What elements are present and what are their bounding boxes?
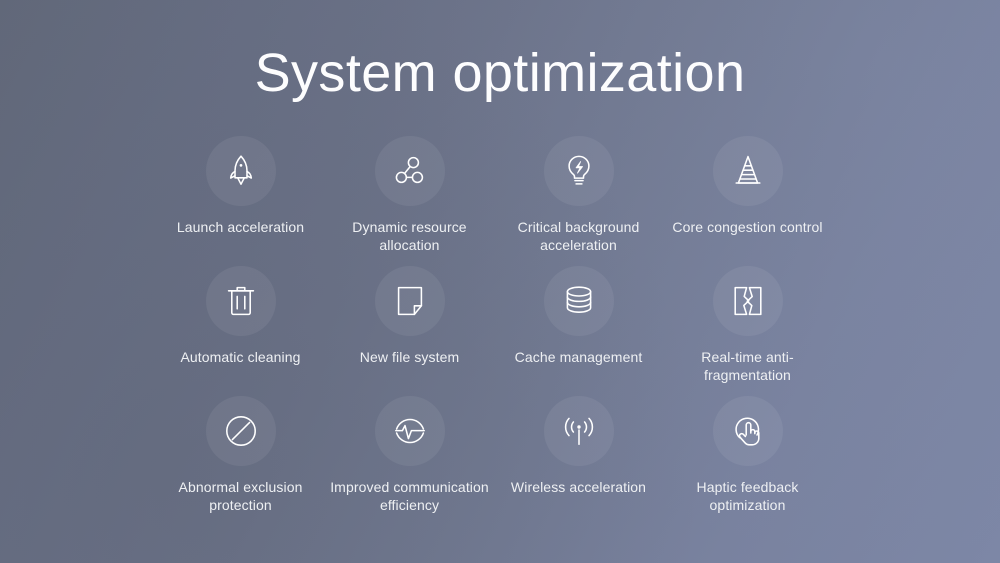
- rocket-icon: [223, 153, 259, 189]
- feature-item-dynamic-resource-allocation[interactable]: Dynamic resource allocation: [325, 136, 494, 266]
- database-stack-icon: [561, 283, 597, 319]
- feature-label: Improved communication efficiency: [330, 479, 489, 513]
- icon-disc: [712, 396, 783, 466]
- feature-label: Launch acceleration: [176, 219, 305, 235]
- feature-item-wireless-acceleration[interactable]: Wireless acceleration: [494, 396, 663, 526]
- feature-item-improved-communication-efficiency[interactable]: Improved communication efficiency: [325, 396, 494, 526]
- icon-disc: [543, 396, 614, 466]
- feature-label: Core congestion control: [672, 219, 823, 235]
- wireless-signal-icon: [561, 413, 597, 449]
- node-graph-icon: [392, 153, 428, 189]
- traffic-cone-icon: [730, 153, 766, 189]
- icon-disc: [543, 136, 614, 206]
- feature-item-new-file-system[interactable]: New file system: [325, 266, 494, 396]
- icon-disc: [374, 136, 445, 206]
- feature-item-abnormal-exclusion-protection[interactable]: Abnormal exclusion protection: [156, 396, 325, 526]
- hand-tap-icon: [730, 413, 766, 449]
- lightbulb-bolt-icon: [561, 153, 597, 189]
- icon-disc: [374, 396, 445, 466]
- feature-label: Real-time anti-fragmentation: [701, 349, 794, 383]
- feature-label: Abnormal exclusion protection: [178, 479, 303, 513]
- document-page-icon: [392, 283, 428, 319]
- prohibited-circle-icon: [223, 413, 259, 449]
- cracked-square-icon: [730, 283, 766, 319]
- icon-disc: [205, 136, 276, 206]
- icon-disc: [374, 266, 445, 336]
- trash-can-icon: [223, 283, 259, 319]
- feature-label: Automatic cleaning: [180, 349, 301, 365]
- icon-disc: [205, 396, 276, 466]
- page-title: System optimization: [254, 43, 746, 103]
- feature-item-critical-background-acceleration[interactable]: Critical background acceleration: [494, 136, 663, 266]
- feature-label: Wireless acceleration: [510, 479, 647, 495]
- feature-label: Dynamic resource allocation: [352, 219, 467, 253]
- feature-item-real-time-anti-fragmentation[interactable]: Real-time anti-fragmentation: [663, 266, 832, 396]
- icon-disc: [543, 266, 614, 336]
- feature-label: Haptic feedback optimization: [696, 479, 799, 513]
- feature-item-automatic-cleaning[interactable]: Automatic cleaning: [156, 266, 325, 396]
- icon-disc: [712, 266, 783, 336]
- slide-canvas: System optimization Launch acceleration …: [0, 0, 1000, 563]
- feature-item-haptic-feedback-optimization[interactable]: Haptic feedback optimization: [663, 396, 832, 526]
- feature-label: Cache management: [514, 349, 643, 365]
- feature-item-cache-management[interactable]: Cache management: [494, 266, 663, 396]
- slide-content: System optimization Launch acceleration …: [0, 0, 1000, 563]
- feature-grid: Launch acceleration Dynamic resource all…: [156, 136, 832, 526]
- feature-label: Critical background acceleration: [517, 219, 640, 253]
- feature-label: New file system: [359, 349, 460, 365]
- pulse-circle-icon: [392, 413, 428, 449]
- feature-item-core-congestion-control[interactable]: Core congestion control: [663, 136, 832, 266]
- feature-item-launch-acceleration[interactable]: Launch acceleration: [156, 136, 325, 266]
- icon-disc: [712, 136, 783, 206]
- icon-disc: [205, 266, 276, 336]
